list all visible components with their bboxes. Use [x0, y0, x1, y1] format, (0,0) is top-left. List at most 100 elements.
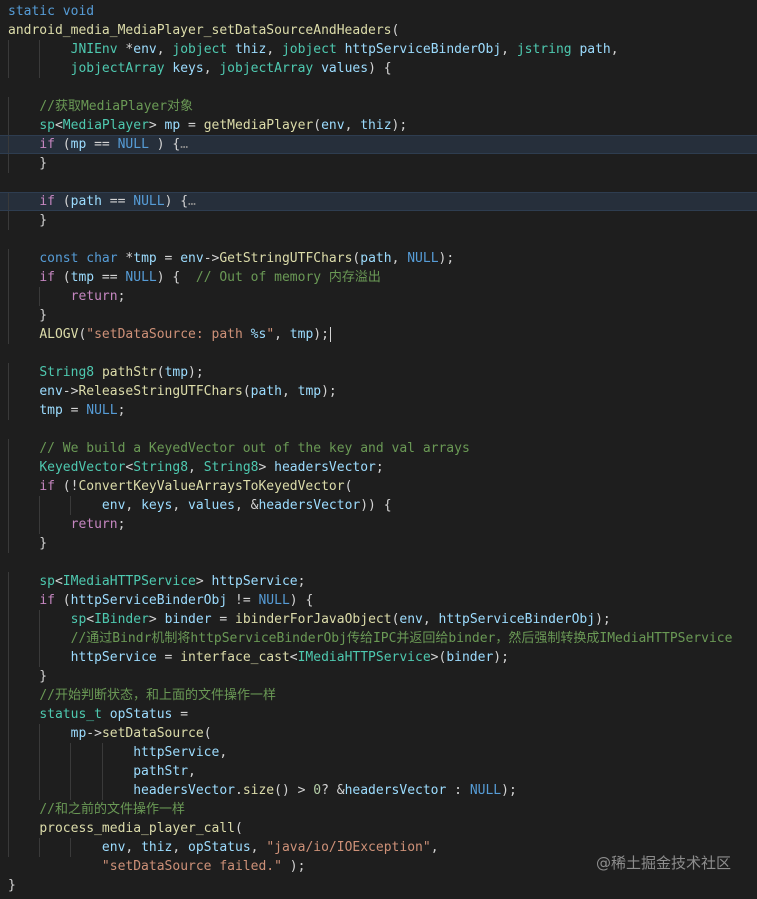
indent-guide: [8, 59, 9, 78]
code-token: ;: [117, 289, 126, 304]
code-line[interactable]: sp<IMediaHTTPService> httpService;: [0, 572, 757, 591]
code-token: //和之前的文件操作一样: [39, 802, 185, 817]
code-line[interactable]: status_t opStatus =: [0, 705, 757, 724]
code-line[interactable]: [0, 420, 757, 439]
code-token: ,: [219, 745, 228, 760]
code-token: (: [203, 726, 212, 741]
code-token: );: [438, 251, 455, 266]
code-line[interactable]: if (path == NULL) {…: [0, 192, 757, 211]
code-line[interactable]: }: [0, 534, 757, 553]
code-line[interactable]: pathStr,: [0, 762, 757, 781]
code-line[interactable]: }: [0, 306, 757, 325]
code-line[interactable]: jobjectArray keys, jobjectArray values) …: [0, 59, 757, 78]
code-line[interactable]: //获取MediaPlayer对象: [0, 97, 757, 116]
code-line[interactable]: [0, 230, 757, 249]
code-line[interactable]: JNIEnv *env, jobject thiz, jobject httpS…: [0, 40, 757, 59]
code-line[interactable]: env, keys, values, &headersVector)) {: [0, 496, 757, 515]
code-token: ,: [125, 840, 142, 855]
code-line[interactable]: ALOGV("setDataSource: path %s", tmp);: [0, 325, 757, 344]
code-token: NULL: [133, 194, 165, 209]
code-line[interactable]: mp->setDataSource(: [0, 724, 757, 743]
code-token: ,: [281, 384, 298, 399]
code-line[interactable]: if (httpServiceBinderObj != NULL) {: [0, 591, 757, 610]
indent-guide: [39, 515, 41, 534]
code-editor[interactable]: static void android_media_MediaPlayer_set…: [0, 0, 757, 899]
code-line[interactable]: }: [0, 154, 757, 173]
code-line[interactable]: process_media_player_call(: [0, 819, 757, 838]
code-line[interactable]: if (mp == NULL ) {…: [0, 135, 757, 154]
code-line[interactable]: [0, 553, 757, 572]
code-token: tmp: [70, 270, 95, 285]
code-token: >: [148, 612, 165, 627]
code-line[interactable]: const char *tmp = env->GetStringUTFChars…: [0, 249, 757, 268]
code-line[interactable]: [0, 173, 757, 192]
code-line[interactable]: httpService,: [0, 743, 757, 762]
code-token: NULL: [117, 137, 149, 152]
code-line[interactable]: //开始判断状态，和上面的文件操作一样: [0, 686, 757, 705]
indent-guide: [8, 154, 9, 173]
indent-guide: [70, 781, 72, 800]
folded-region-ellipsis[interactable]: …: [188, 194, 196, 209]
code-token: , &: [235, 498, 259, 513]
code-line[interactable]: // We build a KeyedVector out of the key…: [0, 439, 757, 458]
code-token: jobjectArray: [219, 61, 314, 76]
code-token: ,: [391, 251, 408, 266]
code-line[interactable]: String8 pathStr(tmp);: [0, 363, 757, 382]
code-token: jobject: [172, 42, 228, 57]
indent-guide: [8, 743, 9, 762]
code-line[interactable]: return;: [0, 515, 757, 534]
code-line[interactable]: static void: [0, 2, 757, 21]
indent-guide: [8, 686, 9, 705]
code-line[interactable]: if (tmp == NULL) { // Out of memory 内存溢出: [0, 268, 757, 287]
code-token: sp: [39, 574, 55, 589]
code-line[interactable]: KeyedVector<String8, String8> headersVec…: [0, 458, 757, 477]
code-token: tmp: [164, 365, 189, 380]
code-token: sp: [70, 612, 87, 627]
indent-guide: [8, 306, 9, 325]
code-line[interactable]: return;: [0, 287, 757, 306]
indent-guide: [8, 667, 9, 686]
folded-region-ellipsis[interactable]: …: [180, 137, 188, 152]
indent-guide: [8, 496, 9, 515]
code-token: ,: [125, 498, 142, 513]
code-token: JNIEnv: [70, 42, 118, 57]
code-token: %s: [250, 327, 267, 342]
code-line[interactable]: }: [0, 667, 757, 686]
code-line[interactable]: //和之前的文件操作一样: [0, 800, 757, 819]
code-line[interactable]: //通过Bindr机制将httpServiceBinderObj传给IPC并返回…: [0, 629, 757, 648]
code-token: );: [321, 384, 337, 399]
code-token: static void: [8, 4, 95, 19]
indent-guide: [70, 838, 72, 857]
code-token: path: [250, 384, 282, 399]
code-token: ;: [117, 517, 126, 532]
code-token: );: [313, 327, 329, 342]
indent-guide: [101, 781, 103, 800]
code-line[interactable]: tmp = NULL;: [0, 401, 757, 420]
indent-guide: [39, 781, 41, 800]
code-token: <: [54, 574, 63, 589]
code-token: );: [188, 365, 204, 380]
code-line[interactable]: headersVector.size() > 0? &headersVector…: [0, 781, 757, 800]
code-token: (: [156, 365, 165, 380]
indent-guide: [8, 211, 9, 230]
code-line[interactable]: }: [0, 211, 757, 230]
code-line[interactable]: sp<IBinder> binder = ibinderForJavaObjec…: [0, 610, 757, 629]
code-line[interactable]: [0, 344, 757, 363]
indent-guide: [39, 610, 41, 629]
code-token: ? &: [321, 783, 345, 798]
code-line[interactable]: }: [0, 876, 757, 895]
code-line[interactable]: android_media_MediaPlayer_setDataSourceA…: [0, 21, 757, 40]
code-token: const: [39, 251, 79, 266]
code-line[interactable]: env->ReleaseStringUTFChars(path, tmp);: [0, 382, 757, 401]
code-line[interactable]: httpService = interface_cast<IMediaHTTPS…: [0, 648, 757, 667]
code-token: httpServiceBinderObj: [344, 42, 502, 57]
code-line[interactable]: sp<MediaPlayer> mp = getMediaPlayer(env,…: [0, 116, 757, 135]
code-line[interactable]: [0, 78, 757, 97]
code-line[interactable]: if (!ConvertKeyValueArraysToKeyedVector(: [0, 477, 757, 496]
